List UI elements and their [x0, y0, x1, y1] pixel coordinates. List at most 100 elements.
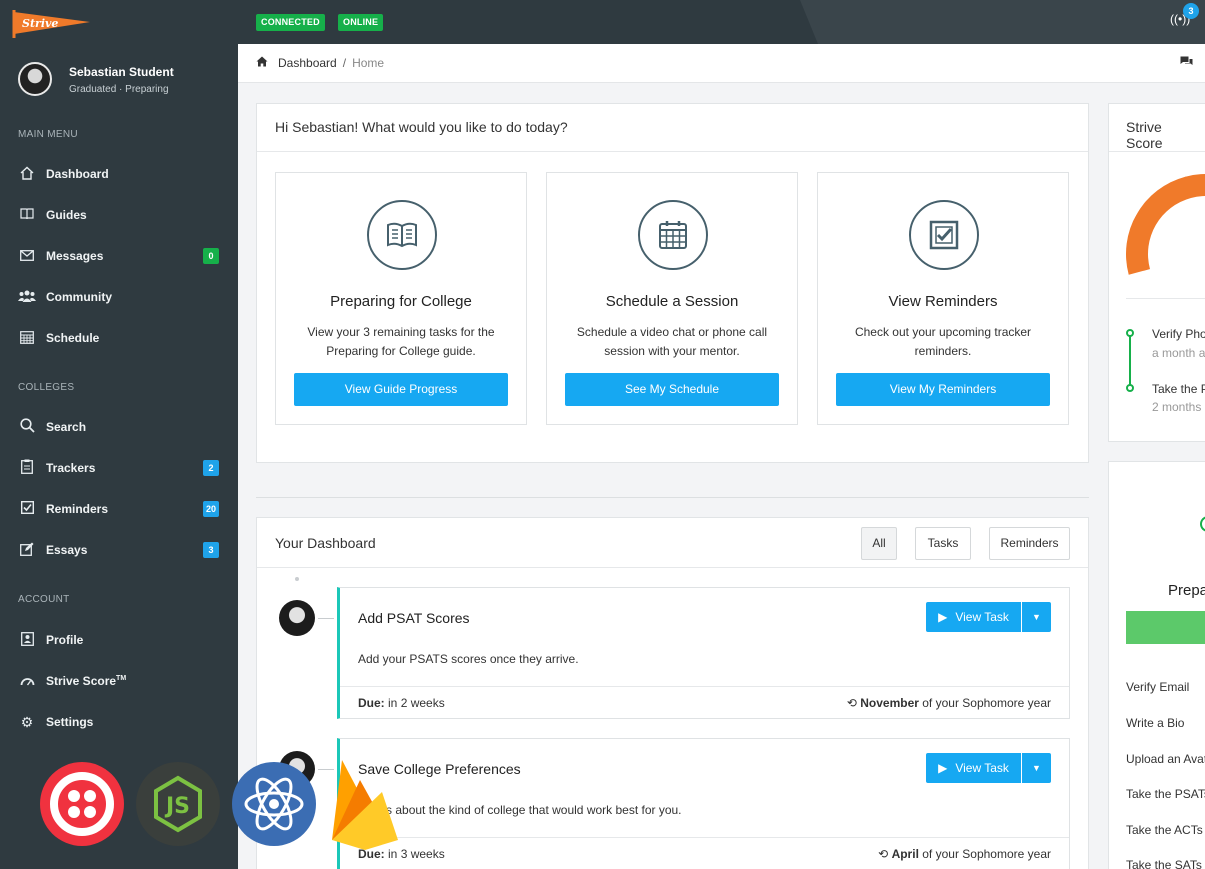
- view-task-button[interactable]: ▶ View Task: [926, 753, 1021, 783]
- top-bar: Strive CONNECTED ONLINE ((•)) 3: [0, 0, 1205, 44]
- view-task-button-group: ▶ View Task ▼: [926, 602, 1051, 632]
- action-card-reminders: View Reminders Check out your upcoming t…: [817, 172, 1069, 425]
- gauge-icon: [18, 674, 36, 689]
- online-status-badge: ONLINE: [338, 14, 384, 31]
- calendar-icon: [638, 200, 708, 270]
- connected-status-badge: CONNECTED: [256, 14, 325, 31]
- user-name: Sebastian Student: [69, 65, 174, 79]
- view-task-button-group: ▶ View Task ▼: [926, 753, 1051, 783]
- view-task-button[interactable]: ▶ View Task: [926, 602, 1021, 632]
- score-gauge: [1126, 166, 1205, 286]
- gear-icon: ⚙: [20, 713, 34, 730]
- chat-icon[interactable]: [1180, 56, 1193, 70]
- due-date: in 2 weeks: [388, 696, 445, 710]
- progress-title: Prepa: [1168, 582, 1205, 599]
- svg-text:JS: JS: [164, 794, 190, 819]
- sidebar-item-messages[interactable]: Messages 0: [0, 241, 238, 271]
- card-text: View your 3 remaining tasks for the Prep…: [307, 325, 495, 358]
- trackers-count-badge: 2: [203, 460, 219, 476]
- strive-score-title: Strive Score: [1109, 104, 1205, 152]
- avatar: [18, 62, 52, 96]
- view-my-reminders-button[interactable]: View My Reminders: [836, 373, 1050, 406]
- card-title: Preparing for College: [330, 293, 472, 310]
- divider: [256, 497, 1089, 498]
- action-card-schedule: Schedule a Session Schedule a video chat…: [546, 172, 798, 425]
- strive-logo[interactable]: Strive: [12, 8, 92, 38]
- search-icon: [18, 418, 36, 436]
- notification-count-badge: 3: [1183, 3, 1199, 19]
- sidebar-item-guides[interactable]: Guides: [0, 200, 238, 230]
- colleges-label: COLLEGES: [18, 382, 75, 393]
- card-text: Schedule a video chat or phone call sess…: [576, 325, 768, 358]
- book-icon: [18, 207, 36, 223]
- sidebar-item-community[interactable]: Community: [0, 282, 238, 312]
- checklist-item: Verify Email: [1126, 680, 1190, 694]
- sidebar-item-schedule[interactable]: Schedule: [0, 323, 238, 353]
- react-logo: [232, 762, 316, 846]
- home-icon[interactable]: [256, 56, 268, 70]
- open-book-icon: [367, 200, 437, 270]
- essays-count-badge: 3: [203, 542, 219, 558]
- sidebar-item-settings[interactable]: ⚙ Settings: [0, 707, 238, 737]
- messages-count-badge: 0: [203, 248, 219, 264]
- progress-panel: [1108, 461, 1205, 869]
- sidebar-item-strive-score[interactable]: Strive ScoreTM: [0, 666, 238, 696]
- reminders-count-badge: 20: [202, 501, 219, 517]
- checkbox-icon: [18, 500, 36, 517]
- avatar: [279, 600, 315, 636]
- sidebar-item-essays[interactable]: Essays 3: [0, 535, 238, 565]
- sidebar-item-reminders[interactable]: Reminders 20: [0, 494, 238, 524]
- progress-button[interactable]: [1126, 611, 1205, 644]
- greeting-name: Hi Sebastian!: [275, 119, 359, 135]
- filter-all-button[interactable]: All: [861, 527, 897, 560]
- main-menu-label: MAIN MENU: [18, 129, 78, 140]
- view-guide-progress-button[interactable]: View Guide Progress: [294, 373, 508, 406]
- play-icon: ▶: [938, 610, 948, 624]
- filter-reminders-button[interactable]: Reminders: [989, 527, 1070, 560]
- action-card-preparing: Preparing for College View your 3 remain…: [275, 172, 527, 425]
- play-icon: ▶: [938, 761, 948, 775]
- task-description: Tell us about the kind of college that w…: [358, 803, 682, 817]
- checklist-item: Take the PSATs: [1126, 787, 1205, 801]
- see-my-schedule-button[interactable]: See My Schedule: [565, 373, 779, 406]
- checklist-item: Take the SATs: [1126, 858, 1202, 869]
- task-card: Save College Preferences ▶ View Task ▼ T…: [337, 738, 1070, 869]
- sidebar-item-profile[interactable]: Profile: [0, 625, 238, 655]
- envelope-icon: [18, 249, 36, 264]
- breadcrumb: Dashboard / Home: [256, 56, 384, 70]
- sidebar-item-dashboard[interactable]: Dashboard: [0, 159, 238, 189]
- chevron-down-icon[interactable]: ▼: [1022, 753, 1051, 783]
- home-icon: [18, 166, 36, 183]
- history-icon: ⟲: [878, 847, 889, 861]
- breadcrumb-current: Home: [352, 56, 385, 70]
- task-footer: Due: in 2 weeks ⟲ November of your Sopho…: [340, 686, 1069, 718]
- account-label: ACCOUNT: [18, 594, 70, 605]
- card-title: View Reminders: [888, 293, 998, 310]
- task-description: Add your PSATS scores once they arrive.: [358, 652, 579, 666]
- timeline-item-time: 2 months: [1152, 400, 1202, 414]
- checklist-item: Take the ACTs: [1126, 823, 1203, 837]
- welcome-header: Hi Sebastian! What would you like to do …: [257, 104, 1088, 152]
- checklist-item: Write a Bio: [1126, 716, 1185, 730]
- sidebar-item-search[interactable]: Search: [0, 412, 238, 442]
- history-icon: ⟲: [846, 696, 857, 710]
- calendar-icon: [18, 330, 36, 347]
- filter-tasks-button[interactable]: Tasks: [915, 527, 971, 560]
- profile-icon: [18, 631, 36, 649]
- timeline-item-time: a month a: [1152, 346, 1205, 360]
- sidebar-item-trackers[interactable]: Trackers 2: [0, 453, 238, 483]
- chevron-down-icon[interactable]: ▼: [1022, 602, 1051, 632]
- card-text: Check out your upcoming tracker reminder…: [854, 325, 1032, 358]
- task-footer: Due: in 3 weeks ⟲ April of your Sophomor…: [340, 837, 1069, 869]
- checklist-item: Upload an Avat: [1126, 752, 1205, 766]
- clipboard-icon: [18, 459, 36, 477]
- edit-icon: [18, 542, 36, 559]
- nodejs-logo: JS: [136, 762, 220, 846]
- twilio-logo: [40, 762, 124, 846]
- user-status: Graduated · Preparing: [69, 84, 169, 95]
- sidebar: Sebastian Student Graduated · Preparing …: [0, 44, 238, 869]
- checkbox-icon: [909, 200, 979, 270]
- breadcrumb-dashboard-link[interactable]: Dashboard: [278, 56, 337, 70]
- firebase-logo: [330, 752, 400, 852]
- timeline-item-title: Take the P: [1152, 382, 1205, 396]
